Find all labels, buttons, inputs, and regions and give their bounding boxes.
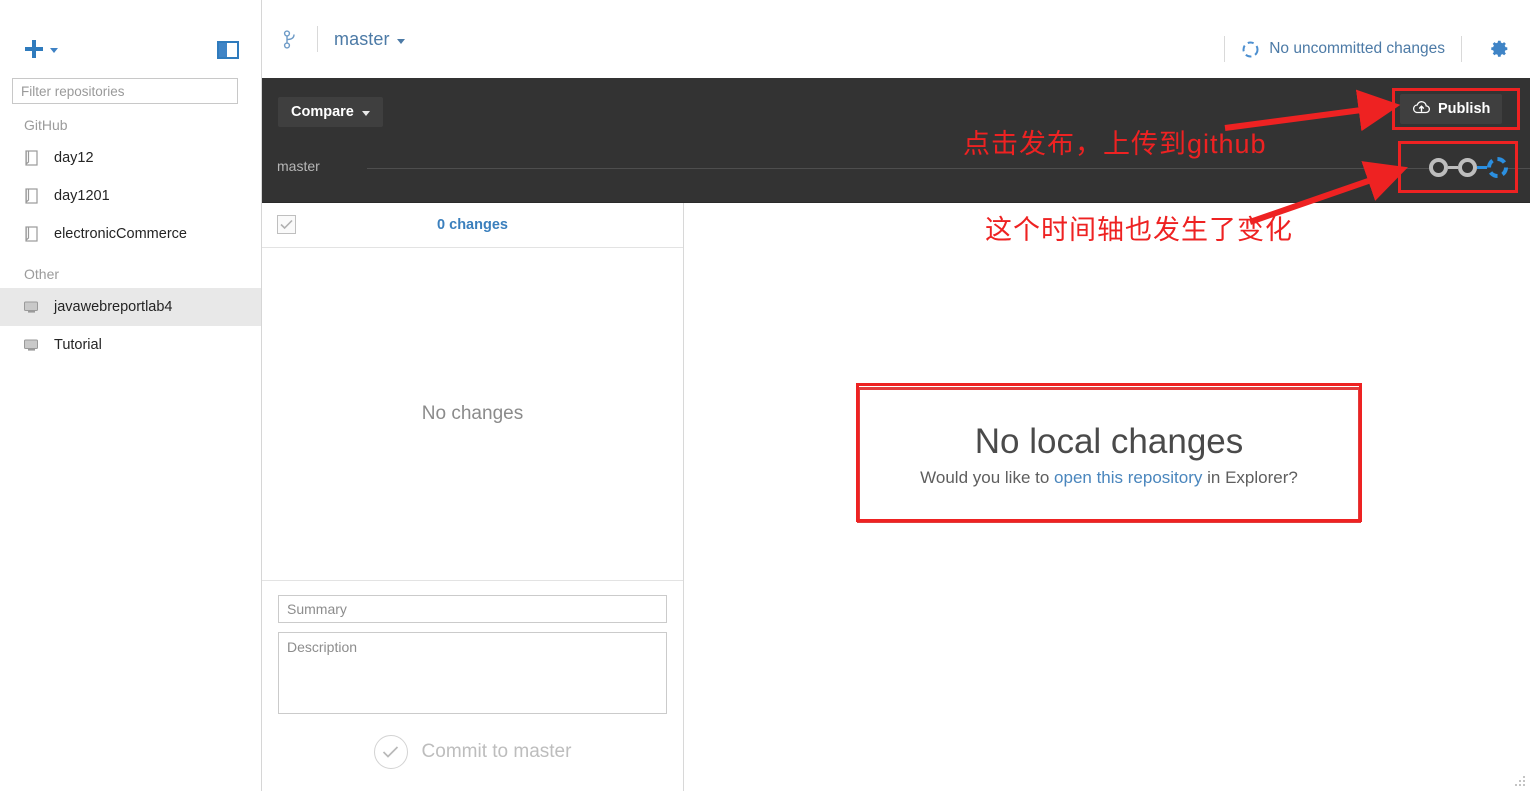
branch-selector[interactable]: master	[279, 26, 405, 52]
chevron-down-icon	[361, 111, 370, 116]
commit-button[interactable]: Commit to master	[278, 735, 667, 769]
select-all-checkbox[interactable]	[277, 215, 296, 234]
chevron-down-icon	[396, 38, 405, 44]
no-local-changes-title: No local changes	[974, 421, 1244, 461]
publish-label: Publish	[1438, 101, 1491, 117]
plus-icon	[24, 39, 44, 59]
toggle-sidebar-button[interactable]	[217, 41, 239, 59]
filter-repositories-input[interactable]	[12, 78, 238, 104]
main-content: No local changes Would you like to open …	[684, 203, 1530, 791]
repo-book-icon	[22, 187, 41, 206]
resize-grip[interactable]	[1513, 774, 1527, 788]
commit-nodes[interactable]	[1429, 157, 1508, 178]
check-circle-icon	[373, 735, 408, 769]
sidebar-item-label: day1201	[54, 188, 110, 204]
compare-button[interactable]: Compare	[278, 97, 383, 127]
commit-form: Commit to master	[262, 580, 683, 791]
current-branch-label: master	[334, 28, 390, 49]
timeline-line	[367, 168, 1530, 169]
sidebar-item-day12[interactable]: day12	[0, 139, 261, 177]
changes-empty-state: No changes	[262, 248, 683, 580]
group-header-github: GitHub	[24, 117, 68, 133]
sidebar-item-electroniccommerce[interactable]: electronicCommerce	[0, 215, 261, 253]
changes-count-label: 0 changes	[437, 217, 508, 233]
add-repository-button[interactable]	[24, 39, 58, 59]
sync-circle-icon	[1241, 40, 1260, 59]
repo-book-icon	[22, 149, 41, 168]
no-changes-label: No changes	[421, 403, 524, 424]
panel-fill	[219, 43, 227, 57]
sidebar-item-label: day12	[54, 150, 94, 166]
divider	[1461, 36, 1462, 62]
commit-link	[1448, 166, 1458, 169]
divider	[1224, 36, 1226, 62]
sidebar-item-label: Tutorial	[54, 337, 102, 353]
divider	[317, 26, 318, 52]
commit-description-input[interactable]	[278, 632, 667, 714]
sync-status-button[interactable]: No uncommitted changes	[1241, 40, 1445, 59]
gear-icon[interactable]	[1482, 32, 1516, 66]
repo-computer-icon	[22, 336, 41, 355]
commit-node-current[interactable]	[1487, 157, 1508, 178]
open-repository-prompt: Would you like to open this repository i…	[920, 468, 1298, 488]
group-header-other: Other	[24, 266, 60, 282]
topbar-right: No uncommitted changes	[1208, 0, 1530, 78]
sidebar-item-label: javawebreportlab4	[54, 299, 173, 315]
repo-computer-icon	[22, 298, 41, 317]
sidebar-item-day1201[interactable]: day1201	[0, 177, 261, 215]
commit-summary-input[interactable]	[278, 595, 667, 623]
chevron-down-icon	[50, 48, 58, 53]
timeline-branch-label: master	[277, 158, 320, 174]
branch-icon	[279, 26, 301, 52]
no-local-changes-panel: No local changes Would you like to open …	[857, 387, 1361, 523]
open-repository-link[interactable]: open this repository	[1054, 468, 1202, 487]
changes-panel: 0 changes No changes Commit to master	[262, 203, 684, 791]
sidebar-toolbar	[0, 0, 261, 78]
branch-topbar: master No uncommitted changes	[262, 0, 1530, 78]
branch-timeline: master	[262, 151, 1530, 189]
commit-button-label: Commit to master	[421, 741, 572, 762]
github-desktop-window: GitHub day12 day1201	[0, 0, 1530, 791]
repository-toolbar: Compare master	[262, 78, 1530, 203]
sidebar-item-javawebreportlab4[interactable]: javawebreportlab4	[0, 288, 261, 326]
cloud-upload-icon	[1412, 100, 1431, 119]
commit-node[interactable]	[1458, 158, 1477, 177]
repository-sidebar: GitHub day12 day1201	[0, 0, 262, 791]
sidebar-item-tutorial[interactable]: Tutorial	[0, 326, 261, 364]
sidebar-item-label: electronicCommerce	[54, 226, 187, 242]
sync-status-label: No uncommitted changes	[1269, 40, 1445, 57]
prompt-suffix: in Explorer?	[1202, 468, 1298, 488]
changes-header: 0 changes	[262, 203, 683, 248]
publish-button[interactable]: Publish	[1400, 94, 1503, 124]
prompt-prefix: Would you like to	[920, 468, 1055, 488]
filter-wrap	[0, 78, 261, 104]
compare-label: Compare	[291, 104, 354, 120]
commit-link	[1477, 166, 1487, 169]
repo-book-icon	[22, 225, 41, 244]
commit-node[interactable]	[1429, 158, 1448, 177]
